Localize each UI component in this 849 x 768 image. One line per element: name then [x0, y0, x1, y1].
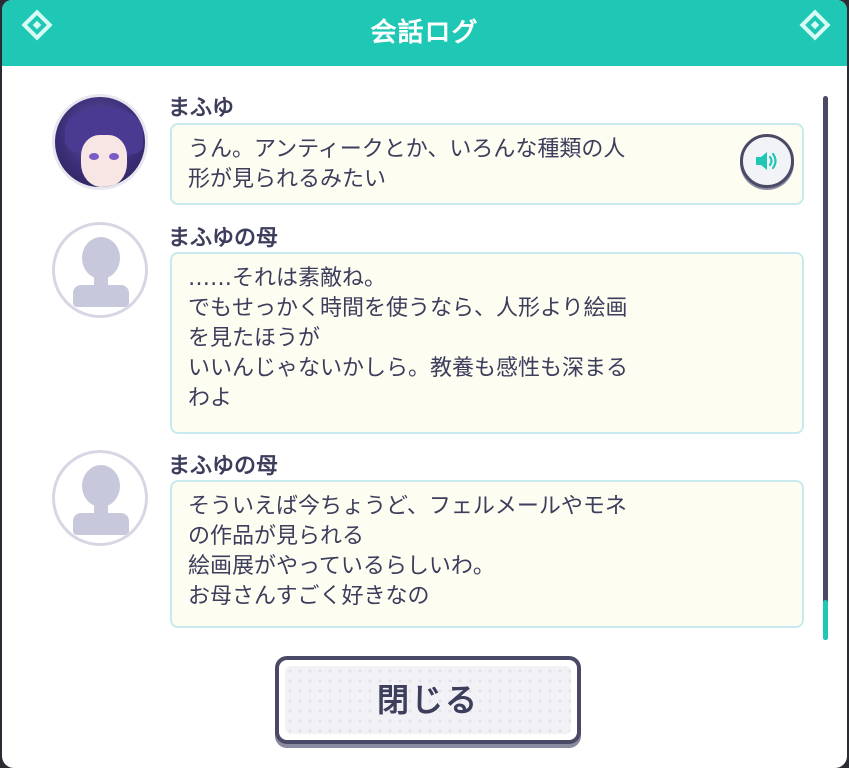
voice-play-button[interactable]: [740, 134, 794, 188]
speaker-icon: [756, 152, 777, 170]
conversation-log-dialog: 会話ログ まふゆ うん。アンティークとか、いろんな種類の人 形が見られるみたい: [2, 0, 847, 768]
speaker-name: まふゆの母: [168, 226, 279, 251]
close-button-label: 閉じる: [376, 681, 479, 719]
dialogue-bubble: ……それは素敵ね。 でもせっかく時間を使うなら、人形より絵画 を見たほうが いい…: [170, 252, 804, 434]
speaker-name: まふゆの母: [168, 454, 279, 479]
close-button[interactable]: 閉じる: [275, 656, 581, 744]
speaker-avatar: [52, 94, 148, 190]
dialog-header: 会話ログ: [2, 0, 847, 66]
scrollbar-track[interactable]: [823, 96, 828, 640]
log-list[interactable]: まふゆ うん。アンティークとか、いろんな種類の人 形が見られるみたい まふゆの母…: [2, 66, 847, 640]
speaker-avatar: [52, 450, 148, 546]
dialogue-bubble: うん。アンティークとか、いろんな種類の人 形が見られるみたい: [170, 123, 804, 205]
speaker-name: まふゆ: [168, 96, 235, 121]
dialogue-bubble: そういえば今ちょうど、フェルメールやモネ の作品が見られる 絵画展がやっているら…: [170, 480, 804, 628]
scrollbar-thumb[interactable]: [823, 600, 828, 640]
speaker-avatar: [52, 222, 148, 318]
dialog-title: 会話ログ: [370, 18, 479, 48]
